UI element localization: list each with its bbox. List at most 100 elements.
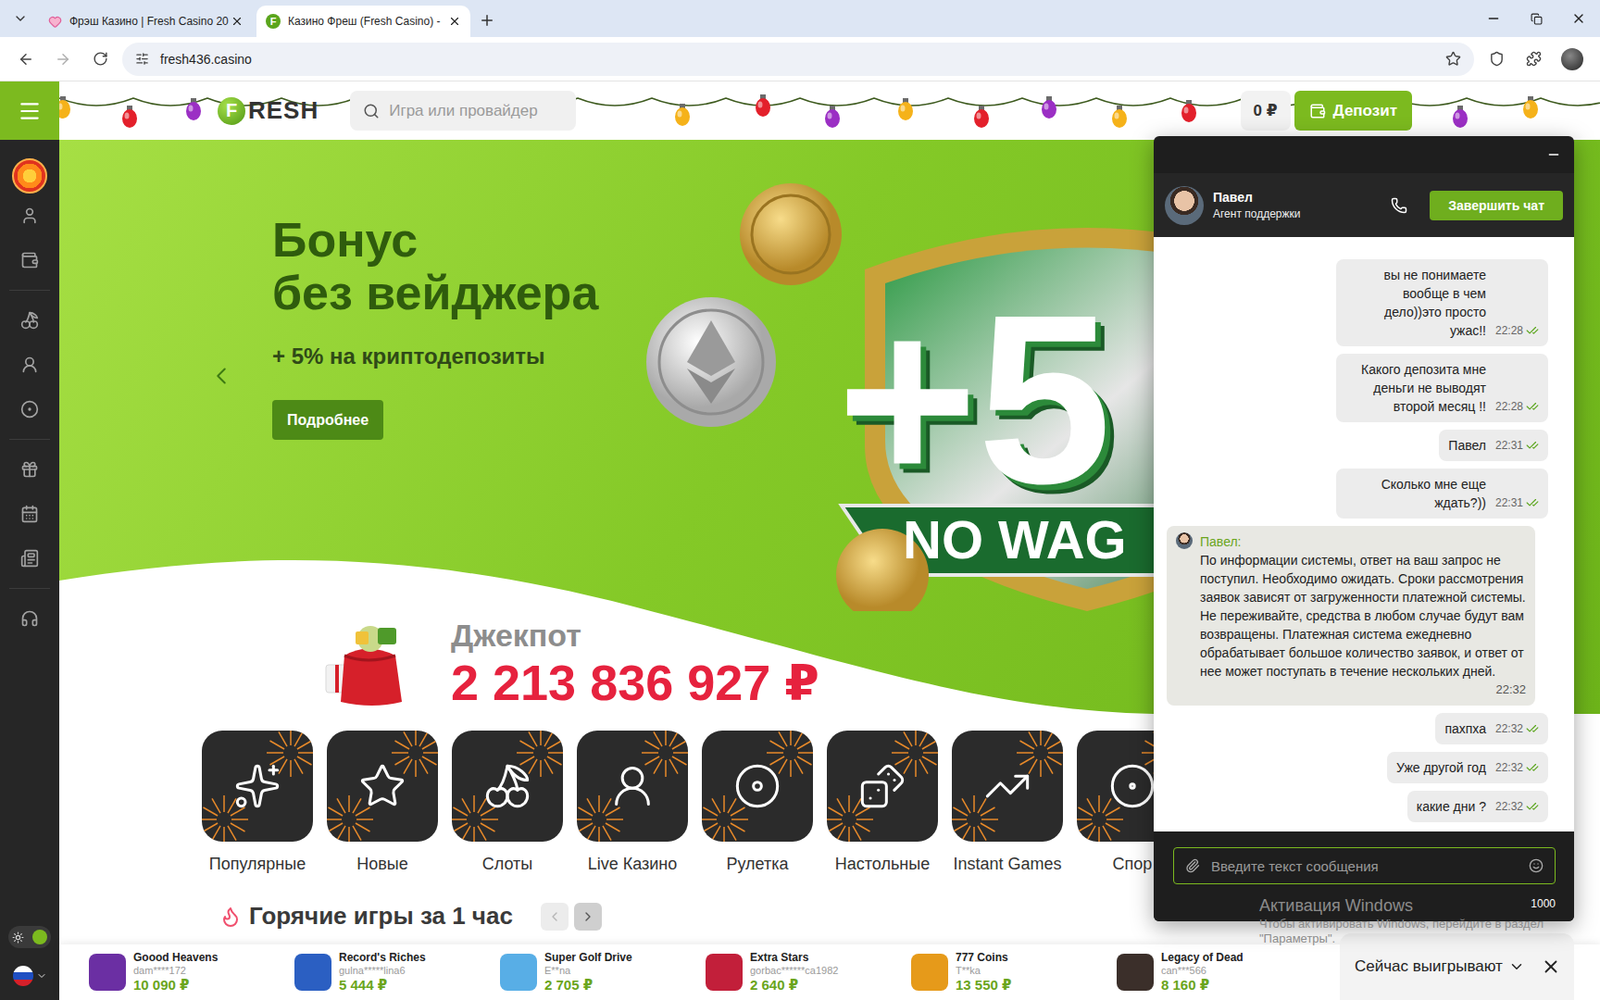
sun-icon bbox=[12, 931, 25, 944]
category-tile[interactable]: Рулетка bbox=[701, 730, 813, 875]
profile-avatar[interactable] bbox=[1561, 48, 1584, 71]
win-amount: 10 090 ₽ bbox=[133, 976, 218, 994]
message-field bbox=[1173, 847, 1556, 885]
russia-flag-icon bbox=[12, 964, 35, 988]
sidebar-item[interactable] bbox=[0, 491, 60, 537]
firework-icon bbox=[701, 791, 752, 842]
winner-item[interactable]: 777 CoinsT**ka13 550 ₽ bbox=[911, 950, 1117, 994]
category-tile[interactable]: Новые bbox=[326, 730, 438, 875]
chevron-down-icon bbox=[1508, 958, 1525, 975]
message-meta: 22:28 bbox=[1495, 321, 1539, 340]
sidebar-item[interactable] bbox=[0, 342, 60, 388]
winner-item[interactable]: Super Golf DriveE**na2 705 ₽ bbox=[500, 950, 706, 994]
browser-tab[interactable]: FКазино Фреш (Fresh Casino) - bbox=[256, 5, 471, 38]
minimize-chat-button[interactable] bbox=[1546, 147, 1562, 163]
more-button[interactable]: Подробнее bbox=[272, 400, 384, 440]
page: FRESHИгра или провайдер0 ₽ДепозитБонусбе… bbox=[0, 81, 1600, 1000]
close-icon bbox=[1571, 11, 1587, 26]
message-input[interactable] bbox=[1209, 857, 1520, 875]
sidebar-item[interactable] bbox=[0, 596, 60, 641]
jackpot-label: Джекпот bbox=[450, 617, 820, 654]
new-icon bbox=[358, 762, 407, 811]
url-field[interactable]: fresh436.casino bbox=[122, 42, 1475, 76]
menu-button[interactable] bbox=[0, 81, 60, 140]
category-tile[interactable]: Live Казино bbox=[576, 730, 688, 875]
sidebar-item[interactable] bbox=[0, 387, 60, 432]
agent-name: Павел bbox=[1212, 189, 1382, 205]
message-meta: 22:28 bbox=[1495, 397, 1539, 416]
category-tile[interactable]: Настольные bbox=[826, 730, 938, 875]
slots-icon bbox=[483, 762, 532, 811]
close-winners-button[interactable] bbox=[1540, 956, 1562, 977]
tab-title: Казино Фреш (Fresh Casino) - bbox=[287, 14, 441, 28]
sidebar-item[interactable] bbox=[0, 447, 60, 492]
win-amount: 2 640 ₽ bbox=[750, 976, 838, 994]
winner-item[interactable]: Extra Starsgorbac******ca19822 640 ₽ bbox=[705, 950, 912, 994]
browser-tab[interactable]: Фрэш Казино | Fresh Casino 20 bbox=[38, 5, 253, 38]
sidebar-item[interactable] bbox=[0, 536, 60, 581]
site-info-icon[interactable] bbox=[135, 51, 150, 66]
language-selector[interactable] bbox=[12, 964, 48, 988]
tab-search-button[interactable] bbox=[7, 5, 34, 32]
extensions-button[interactable] bbox=[1518, 44, 1549, 75]
call-button[interactable] bbox=[1390, 197, 1408, 214]
site-logo[interactable]: FRESH bbox=[217, 96, 319, 125]
read-ticks-icon bbox=[1525, 438, 1539, 452]
theme-toggle[interactable] bbox=[8, 925, 51, 949]
winner-item[interactable]: Record's Richesgulna*****lina65 444 ₽ bbox=[294, 950, 500, 994]
chevron-left-icon bbox=[207, 351, 236, 400]
wallet-icon bbox=[20, 250, 39, 270]
game-name: Super Golf Drive bbox=[544, 950, 633, 964]
deposit-button[interactable]: Депозит bbox=[1294, 90, 1413, 131]
prev-button[interactable] bbox=[540, 902, 569, 931]
reload-button[interactable] bbox=[85, 44, 115, 75]
category-tile[interactable]: Слоты bbox=[451, 730, 563, 875]
tab-title: Фрэш Казино | Fresh Casino 20 bbox=[69, 14, 224, 28]
forward-button[interactable] bbox=[48, 44, 78, 75]
sidebar-item[interactable] bbox=[0, 193, 60, 238]
game-search-field[interactable]: Игра или провайдер bbox=[350, 90, 576, 131]
extension-button[interactable] bbox=[1481, 44, 1512, 75]
new-tab-button[interactable] bbox=[474, 7, 500, 34]
category-tile[interactable]: Популярные bbox=[201, 730, 313, 875]
restore-window-button[interactable] bbox=[1514, 0, 1558, 38]
previous-slide-button[interactable] bbox=[207, 351, 236, 400]
winners-toggle-button[interactable]: Сейчас выигрывают bbox=[1354, 957, 1525, 976]
sidebar-item[interactable] bbox=[0, 298, 60, 343]
profile-level-badge[interactable] bbox=[12, 158, 48, 194]
game-thumbnail bbox=[911, 953, 949, 991]
minimize-window-button[interactable] bbox=[1472, 0, 1515, 38]
sidebar-divider bbox=[9, 438, 50, 440]
read-ticks-icon bbox=[1525, 800, 1539, 813]
attach-icon[interactable] bbox=[1185, 858, 1200, 874]
category-label: Рулетка bbox=[725, 854, 788, 875]
close-tab-icon[interactable] bbox=[448, 14, 462, 28]
close-window-button[interactable] bbox=[1557, 0, 1600, 38]
minimize-icon bbox=[1486, 11, 1501, 26]
site-header: FRESHИгра или провайдер0 ₽Депозит bbox=[59, 81, 1600, 140]
agent-avatar bbox=[1175, 532, 1193, 550]
bookmark-star-icon[interactable] bbox=[1445, 50, 1462, 67]
char-counter: 1000 bbox=[1530, 897, 1556, 911]
close-tab-icon[interactable] bbox=[230, 14, 244, 28]
firework-icon bbox=[262, 730, 313, 781]
winner-item[interactable]: Goood Heavensdam****17210 090 ₽ bbox=[88, 950, 295, 994]
next-button[interactable] bbox=[574, 902, 602, 931]
category-tile[interactable]: Instant Games bbox=[951, 730, 1063, 875]
category-label: Live Казино bbox=[587, 854, 678, 875]
sidebar-divider bbox=[9, 289, 50, 291]
game-name: Legacy of Dead bbox=[1161, 950, 1244, 964]
address-bar: fresh436.casino bbox=[0, 37, 1600, 82]
emoji-icon[interactable] bbox=[1528, 858, 1544, 874]
end-chat-button[interactable]: Завершить чат bbox=[1429, 190, 1563, 221]
close-icon bbox=[1540, 956, 1562, 977]
restore-icon bbox=[1530, 12, 1543, 25]
sidebar-item[interactable] bbox=[0, 237, 60, 283]
read-ticks-icon bbox=[1525, 761, 1539, 775]
firework-icon bbox=[576, 791, 627, 842]
game-thumbnail bbox=[500, 953, 538, 991]
category-tile-box bbox=[951, 730, 1063, 842]
winner-item[interactable]: Legacy of Deadcan***5668 160 ₽ bbox=[1116, 950, 1323, 994]
game-name: Goood Heavens bbox=[133, 950, 218, 964]
back-button[interactable] bbox=[11, 44, 41, 75]
